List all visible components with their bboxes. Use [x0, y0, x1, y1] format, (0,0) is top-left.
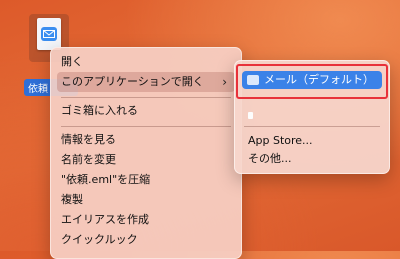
- menu-item-open-with[interactable]: このアプリケーションで開く ›: [57, 72, 235, 92]
- submenu-item-other[interactable]: その他...: [248, 150, 292, 168]
- menu-item-label: 複製: [61, 193, 83, 206]
- envelope-icon: [41, 27, 57, 41]
- context-menu: 開く このアプリケーションで開く › ゴミ箱に入れる 情報を見る 名前を変更 "…: [50, 47, 242, 259]
- menu-item-get-info[interactable]: 情報を見る: [57, 130, 235, 150]
- submenu-separator: [244, 126, 380, 127]
- menu-item-label: 情報を見る: [61, 133, 116, 146]
- menu-item-label: このアプリケーションで開く: [61, 75, 204, 88]
- menu-item-label: "依頼.eml"を圧縮: [61, 173, 151, 186]
- eml-file-icon[interactable]: [37, 18, 61, 50]
- menu-item-label: クイックルック: [61, 233, 138, 246]
- menu-separator: [61, 97, 231, 98]
- app-icon[interactable]: [248, 112, 253, 119]
- menu-item-label: エイリアスを作成: [61, 213, 149, 226]
- menu-item-make-alias[interactable]: エイリアスを作成: [57, 210, 235, 230]
- menu-item-label: 開く: [61, 55, 83, 68]
- menu-item-compress[interactable]: "依頼.eml"を圧縮: [57, 170, 235, 190]
- menu-separator: [61, 126, 231, 127]
- menu-item-duplicate[interactable]: 複製: [57, 190, 235, 210]
- menu-item-rename[interactable]: 名前を変更: [57, 150, 235, 170]
- chevron-right-icon: ›: [222, 75, 227, 89]
- menu-item-move-to-trash[interactable]: ゴミ箱に入れる: [57, 101, 235, 121]
- menu-item-quick-look[interactable]: クイックルック: [57, 230, 235, 250]
- annotation-highlight-box: [236, 64, 388, 99]
- menu-item-open[interactable]: 開く: [57, 52, 235, 72]
- menu-item-label: ゴミ箱に入れる: [61, 104, 138, 117]
- menu-item-label: 名前を変更: [61, 153, 116, 166]
- submenu-item-app-store[interactable]: App Store...: [248, 132, 313, 150]
